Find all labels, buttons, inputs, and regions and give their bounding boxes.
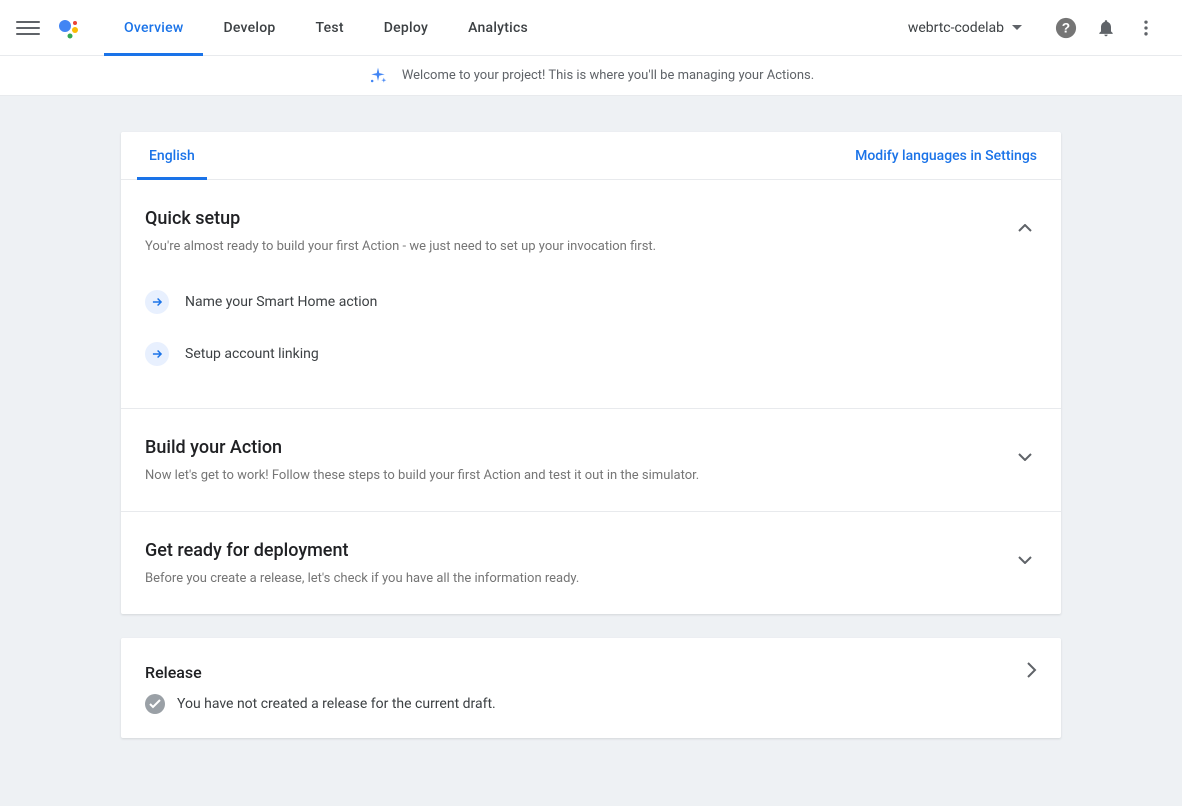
release-message: You have not created a release for the c…: [177, 696, 496, 712]
nav-tabs: Overview Develop Test Deploy Analytics: [104, 0, 548, 56]
step-label: Setup account linking: [185, 346, 319, 362]
release-card[interactable]: Release You have not created a release f…: [121, 638, 1061, 738]
step-name-action[interactable]: Name your Smart Home action: [145, 276, 1037, 328]
assistant-logo: [56, 16, 80, 40]
tab-analytics[interactable]: Analytics: [448, 0, 548, 56]
chevron-up-icon[interactable]: [1013, 216, 1037, 240]
chevron-right-icon: [1027, 662, 1037, 682]
page-body: English Modify languages in Settings Qui…: [0, 96, 1182, 806]
hamburger-menu-icon[interactable]: [16, 16, 40, 40]
svg-text:?: ?: [1062, 20, 1070, 35]
section-subtitle: Before you create a release, let's check…: [145, 571, 1013, 586]
section-title: Quick setup: [145, 208, 1013, 229]
project-name: webrtc-codelab: [908, 20, 1004, 36]
more-icon[interactable]: [1126, 8, 1166, 48]
sparkle-icon: [368, 66, 388, 86]
notifications-icon[interactable]: [1086, 8, 1126, 48]
check-circle-icon: [145, 694, 165, 714]
modify-languages-link[interactable]: Modify languages in Settings: [855, 148, 1037, 164]
step-label: Name your Smart Home action: [185, 294, 377, 310]
chevron-down-icon[interactable]: [1013, 445, 1037, 469]
step-account-linking[interactable]: Setup account linking: [145, 328, 1037, 380]
banner-text: Welcome to your project! This is where y…: [402, 68, 814, 83]
tab-test[interactable]: Test: [296, 0, 364, 56]
section-subtitle: You're almost ready to build your first …: [145, 239, 1013, 254]
top-bar: Overview Develop Test Deploy Analytics w…: [0, 0, 1182, 56]
help-icon[interactable]: ?: [1046, 8, 1086, 48]
language-tab-english[interactable]: English: [137, 132, 207, 180]
section-quick-setup: Quick setup You're almost ready to build…: [121, 180, 1061, 409]
tab-overview[interactable]: Overview: [104, 0, 203, 56]
chevron-down-icon[interactable]: [1013, 548, 1037, 572]
section-title: Get ready for deployment: [145, 540, 1013, 561]
section-build-action: Build your Action Now let's get to work!…: [121, 409, 1061, 512]
welcome-banner: Welcome to your project! This is where y…: [0, 56, 1182, 96]
main-card: English Modify languages in Settings Qui…: [121, 132, 1061, 614]
section-title: Build your Action: [145, 437, 1013, 458]
project-selector[interactable]: webrtc-codelab: [908, 20, 1022, 36]
tab-develop[interactable]: Develop: [203, 0, 295, 56]
release-title: Release: [145, 663, 1027, 682]
tab-deploy[interactable]: Deploy: [364, 0, 448, 56]
language-bar: English Modify languages in Settings: [121, 132, 1061, 180]
dropdown-icon: [1012, 25, 1022, 30]
section-subtitle: Now let's get to work! Follow these step…: [145, 468, 1013, 483]
section-deployment: Get ready for deployment Before you crea…: [121, 512, 1061, 614]
arrow-right-icon: [145, 342, 169, 366]
arrow-right-icon: [145, 290, 169, 314]
